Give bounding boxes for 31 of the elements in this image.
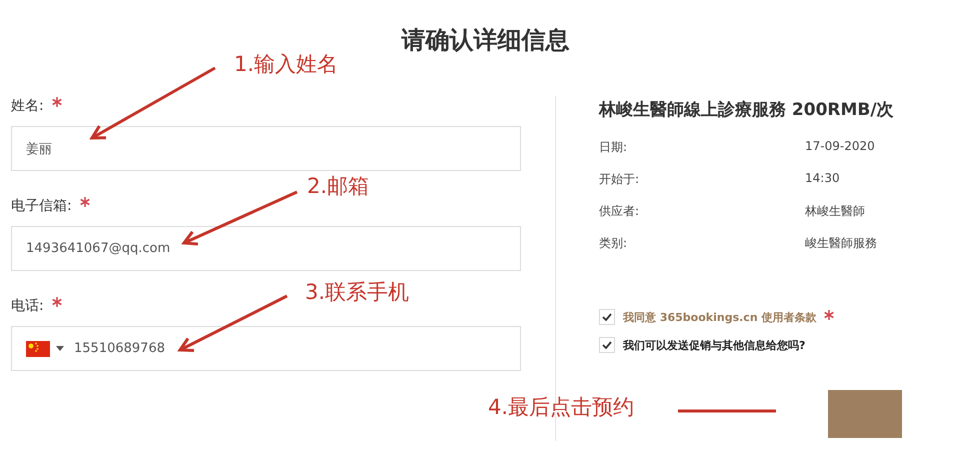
consent-label: 我同意 365bookings.cn 使用者条款 xyxy=(623,310,816,324)
input-field[interactable]: 1493641067@qq.com xyxy=(11,226,521,271)
annotation-label: 2.邮箱 xyxy=(307,173,370,200)
checkmark-icon xyxy=(602,341,612,349)
field-label: 姓名: xyxy=(11,97,44,115)
detail-value: 14:30 xyxy=(805,171,841,187)
detail-value: 17-09-2020 xyxy=(805,139,876,155)
detail-value: 林峻生醫師 xyxy=(805,203,866,220)
field-value: 15510689768 xyxy=(74,341,165,356)
detail-label: 供应者: xyxy=(599,203,640,220)
service-title: 林峻生醫師線上診療服務 200RMB/次 xyxy=(599,99,895,121)
field-value: 1493641067@qq.com xyxy=(26,241,170,256)
input-field[interactable]: 姜丽 xyxy=(11,126,521,171)
annotation-label: 1.输入姓名 xyxy=(234,51,338,78)
detail-label: 开始于: xyxy=(599,171,640,188)
checkmark-icon xyxy=(602,313,612,321)
field-label: 电子信箱: xyxy=(11,197,72,215)
page-title: 请确认详细信息 xyxy=(400,25,570,56)
annotation-label: 3.联系手机 xyxy=(305,279,410,306)
flag-icon[interactable] xyxy=(26,340,50,356)
annotation-label: 4.最后点击预约 xyxy=(488,394,634,421)
detail-label: 类别: xyxy=(599,235,628,252)
detail-value: 峻生醫師服務 xyxy=(805,235,878,252)
consent-label: 我们可以发送促销与其他信息给您吗? xyxy=(623,338,806,352)
phone-field[interactable]: 15510689768 xyxy=(11,326,521,371)
caret-icon[interactable] xyxy=(56,346,64,351)
field-value: 姜丽 xyxy=(26,140,52,158)
field-label: 电话: xyxy=(11,297,44,315)
checkbox[interactable] xyxy=(599,309,615,325)
detail-label: 日期: xyxy=(599,139,628,156)
checkbox[interactable] xyxy=(599,337,615,353)
